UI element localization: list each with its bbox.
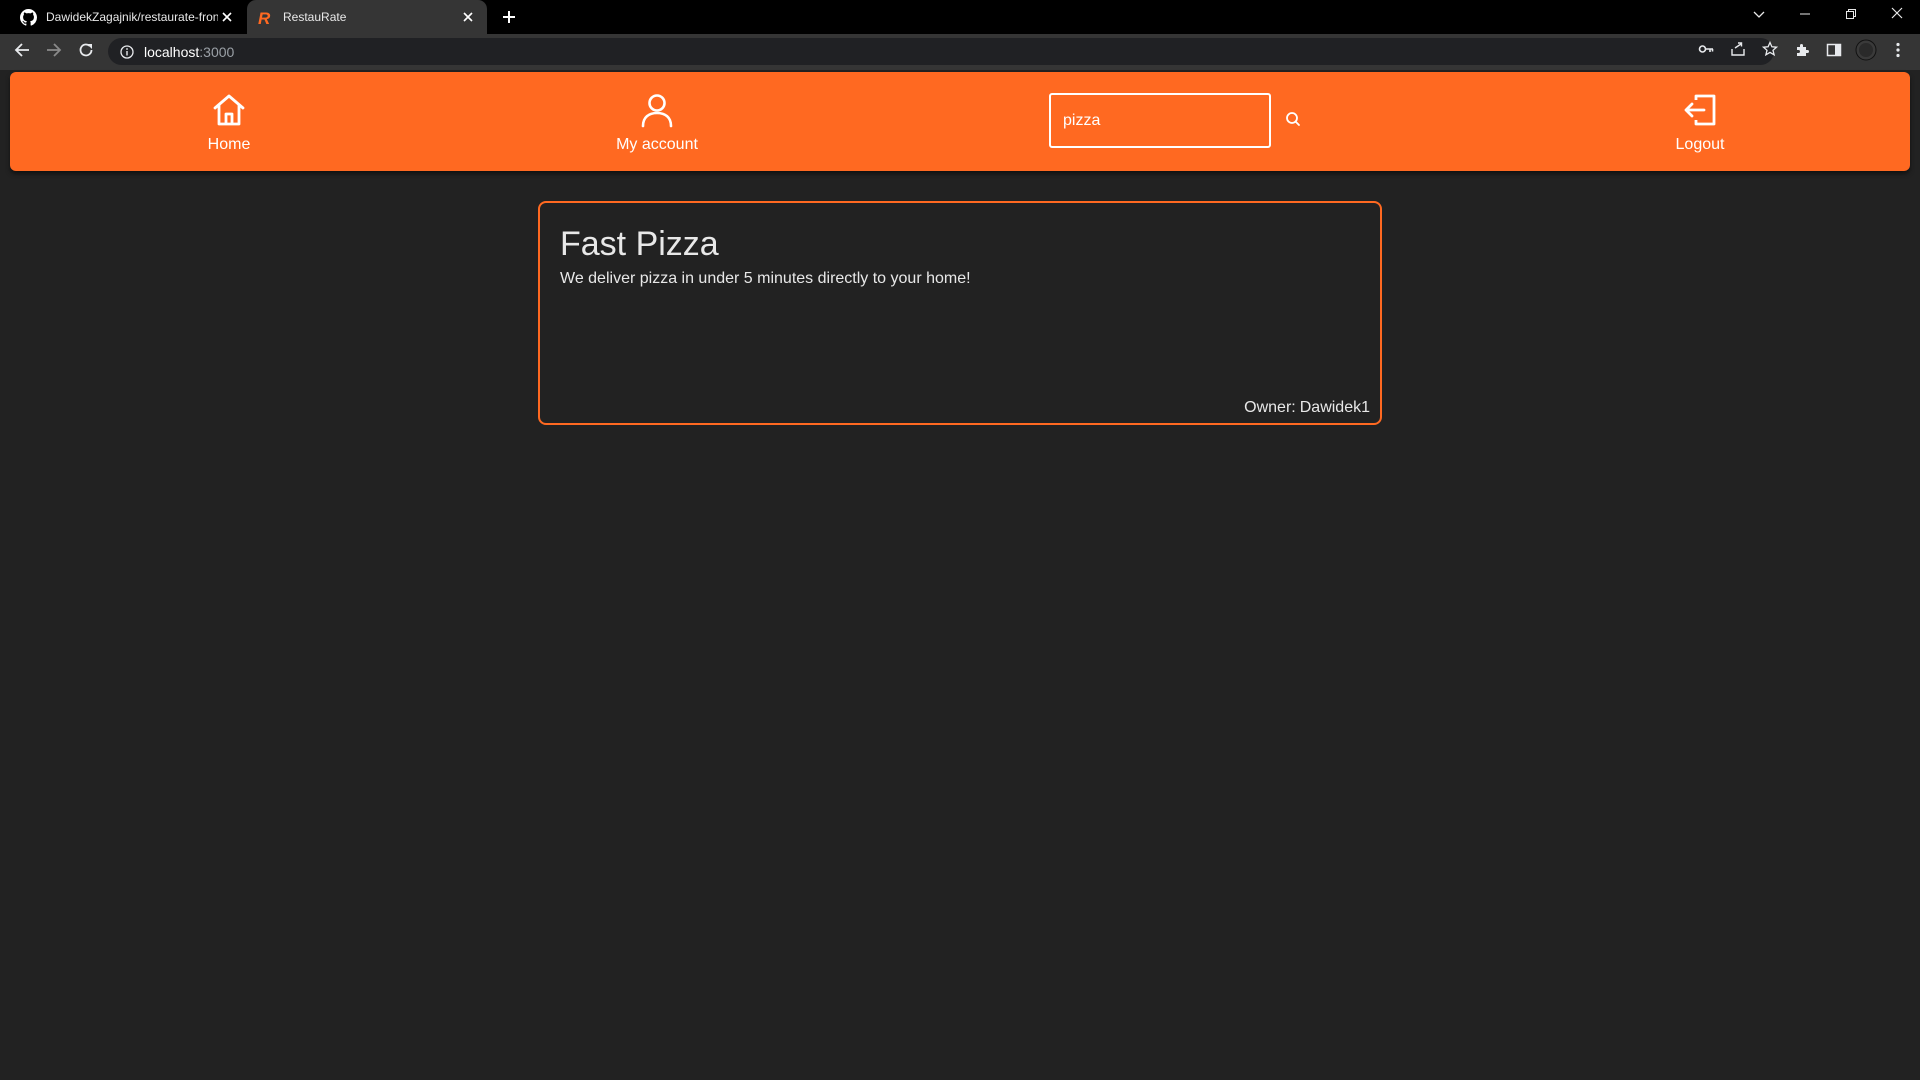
nav-account-label: My account [616,135,698,153]
url-host: localhost [144,43,200,60]
restore-button[interactable] [1828,0,1874,30]
browser-toolbar: localhost:3000 [0,34,1920,70]
search-button[interactable] [1282,110,1304,132]
share-button[interactable] [1724,38,1752,65]
password-key-button[interactable] [1692,38,1720,65]
puzzle-icon [1794,42,1810,63]
restore-icon [1846,6,1856,24]
arrow-right-icon [46,42,62,63]
tab-title: DawidekZagajnik/restaurate-fron [46,10,218,24]
restaurant-owner: Owner: Dawidek1 [1240,399,1370,417]
avatar [1855,39,1877,66]
close-icon[interactable] [459,8,477,26]
more-vertical-icon [1896,42,1900,63]
restaurant-name: Fast Pizza [560,225,719,263]
owner-label: Owner: [1244,399,1296,416]
url-port: :3000 [199,43,235,60]
page-viewport: Home My account Logout Fast Pizza We del… [0,70,1920,1080]
arrow-left-icon [14,42,30,63]
svg-text:R: R [258,9,271,26]
nav-logout-link[interactable]: Logout [1640,72,1760,171]
minimize-icon [1800,6,1810,24]
new-tab-button[interactable] [496,4,522,30]
github-icon [20,8,37,26]
bookmark-button[interactable] [1756,38,1784,65]
nav-home-link[interactable]: Home [169,72,289,171]
app-navbar: Home My account Logout [10,72,1910,171]
browser-tab-restaurate[interactable]: R RestauRate [247,0,487,34]
address-bar[interactable]: localhost:3000 [108,38,1779,65]
side-panel-button[interactable] [1820,38,1848,66]
browser-tab-strip: DawidekZagajnik/restaurate-fron R Restau… [0,0,1920,34]
key-icon [1698,41,1714,62]
extensions-button[interactable] [1788,38,1816,66]
search-input[interactable] [1049,93,1271,148]
minimize-button[interactable] [1782,0,1828,30]
home-icon [209,90,249,130]
restaurant-description: We deliver pizza in under 5 minutes dire… [560,270,971,287]
side-panel-icon [1826,42,1842,63]
reload-icon [78,42,94,63]
browser-tab-github[interactable]: DawidekZagajnik/restaurate-fron [10,0,246,34]
logout-icon [1680,90,1720,130]
search-icon [1285,111,1301,132]
nav-home-label: Home [207,135,251,153]
tab-search-button[interactable] [1736,0,1782,30]
close-icon[interactable] [218,8,236,26]
nav-account-link[interactable]: My account [587,72,727,171]
forward-button[interactable] [40,38,68,66]
chevron-down-icon [1753,6,1765,24]
restaurant-card[interactable]: Fast Pizza We deliver pizza in under 5 m… [538,201,1382,425]
share-icon [1730,41,1746,62]
window-close-button[interactable] [1874,0,1920,30]
profile-button[interactable] [1852,38,1880,66]
owner-name: Dawidek1 [1299,399,1370,416]
nav-logout-label: Logout [1675,135,1725,153]
back-button[interactable] [8,38,36,66]
browser-menu-button[interactable] [1884,38,1912,66]
restaurate-logo-icon: R [257,9,274,26]
close-icon [1891,6,1903,24]
user-icon [637,90,677,130]
info-icon[interactable] [120,44,134,59]
url-text: localhost:3000 [144,44,234,60]
star-icon [1761,40,1779,62]
tab-title: RestauRate [283,10,347,24]
reload-button[interactable] [72,38,100,66]
